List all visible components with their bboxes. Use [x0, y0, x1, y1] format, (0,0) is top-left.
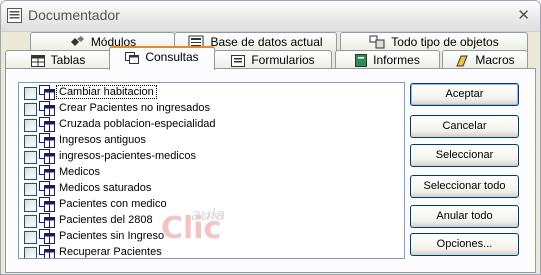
query-icon — [39, 165, 55, 180]
list-item-label: Pacientes del 2808 — [59, 214, 153, 226]
list-item-label: Cruzada poblacion-especialidad — [59, 118, 216, 130]
documenter-app-icon — [7, 8, 22, 23]
select-all-button[interactable]: Seleccionar todo — [410, 175, 519, 198]
checkbox[interactable] — [24, 87, 37, 100]
tab-label: Formularios — [251, 53, 315, 67]
report-icon — [355, 54, 368, 67]
checkbox[interactable] — [24, 215, 37, 228]
checkbox[interactable] — [24, 199, 37, 212]
tab-informes[interactable]: Informes — [335, 50, 440, 70]
list-item-label: Ingresos antiguos — [59, 134, 146, 146]
deselect-all-button[interactable]: Anular todo — [410, 205, 519, 228]
list-item-label: Crear Pacientes no ingresados — [59, 102, 211, 114]
list-item[interactable]: Ingresos antiguos — [19, 133, 385, 149]
list-item[interactable]: Cruzada poblacion-especialidad — [19, 117, 385, 133]
query-icon — [39, 149, 55, 164]
options-button[interactable]: Opciones... — [410, 233, 519, 256]
checkbox[interactable] — [24, 103, 37, 116]
checkbox[interactable] — [24, 247, 37, 258]
tab-label: Base de datos actual — [210, 35, 323, 49]
documentador-window: Documentador ✕ Módulos Base de datos act… — [0, 0, 541, 275]
form-icon — [231, 55, 246, 67]
list-item-label: Cambiar habitacion — [56, 85, 157, 99]
checkbox[interactable] — [24, 183, 37, 196]
list-item-label: Pacientes sin Ingreso — [59, 230, 165, 242]
checkbox[interactable] — [24, 231, 37, 244]
list-item[interactable]: Medicos — [19, 165, 385, 181]
tab-label: Consultas — [145, 50, 199, 64]
query-icon — [39, 213, 55, 228]
tab-label: Todo tipo de objetos — [391, 35, 499, 49]
query-icon — [39, 101, 55, 116]
query-icon — [39, 197, 55, 212]
list-item-label: Recuperar Pacientes — [59, 246, 162, 258]
accept-button[interactable]: Aceptar — [410, 83, 519, 106]
close-icon[interactable]: ✕ — [517, 6, 530, 24]
tab-label: Macros — [475, 53, 515, 67]
title-bar[interactable]: Documentador ✕ — [1, 1, 540, 32]
query-icon — [39, 245, 55, 258]
query-icon — [39, 229, 55, 244]
tab-tablas[interactable]: Tablas — [5, 50, 111, 70]
tab-consultas[interactable]: Consultas — [109, 46, 215, 70]
table-icon — [30, 55, 45, 67]
cancel-button[interactable]: Cancelar — [410, 115, 519, 138]
list-item-label: Pacientes con medico — [59, 198, 167, 210]
query-icon — [39, 133, 55, 148]
macro-icon — [456, 55, 469, 67]
checkbox[interactable] — [24, 167, 37, 180]
list-item[interactable]: Cambiar habitacion — [19, 85, 385, 101]
list-item-label: Medicos — [59, 166, 100, 178]
tab-label: Informes — [373, 53, 420, 67]
list-item[interactable]: Medicos saturados — [19, 181, 385, 197]
query-icon — [39, 181, 55, 196]
query-list[interactable]: ▲ ▼ Cambiar habitacion Crear Pacientes no… — [18, 82, 405, 259]
list-item[interactable]: Crear Pacientes no ingresados — [19, 101, 385, 117]
modules-icon — [70, 36, 84, 46]
list-item[interactable]: Pacientes con medico — [19, 197, 385, 213]
tab-macros[interactable]: Macros — [442, 50, 528, 70]
list-item[interactable]: Pacientes sin Ingreso — [19, 229, 385, 245]
checkbox[interactable] — [24, 119, 37, 132]
query-icon — [125, 52, 140, 64]
list-item[interactable]: ingresos-pacientes-medicos — [19, 149, 385, 165]
vertical-scrollbar[interactable]: ▲ ▼ — [404, 83, 405, 258]
list-item-label: ingresos-pacientes-medicos — [59, 150, 196, 162]
checkbox[interactable] — [24, 151, 37, 164]
list-item[interactable]: Pacientes del 2808 — [19, 213, 385, 229]
query-icon — [39, 117, 55, 132]
list-item-label: Medicos saturados — [59, 182, 152, 194]
select-button[interactable]: Seleccionar — [410, 144, 519, 167]
tab-todo-tipo-de-objetos[interactable]: Todo tipo de objetos — [340, 32, 528, 52]
query-icon — [39, 85, 55, 100]
tab-label: Tablas — [50, 53, 86, 67]
checkbox[interactable] — [24, 135, 37, 148]
tab-formularios[interactable]: Formularios — [214, 50, 332, 70]
window-title: Documentador — [28, 7, 120, 23]
all-objects-icon — [369, 35, 385, 49]
list-item[interactable]: Recuperar Pacientes — [19, 245, 385, 258]
